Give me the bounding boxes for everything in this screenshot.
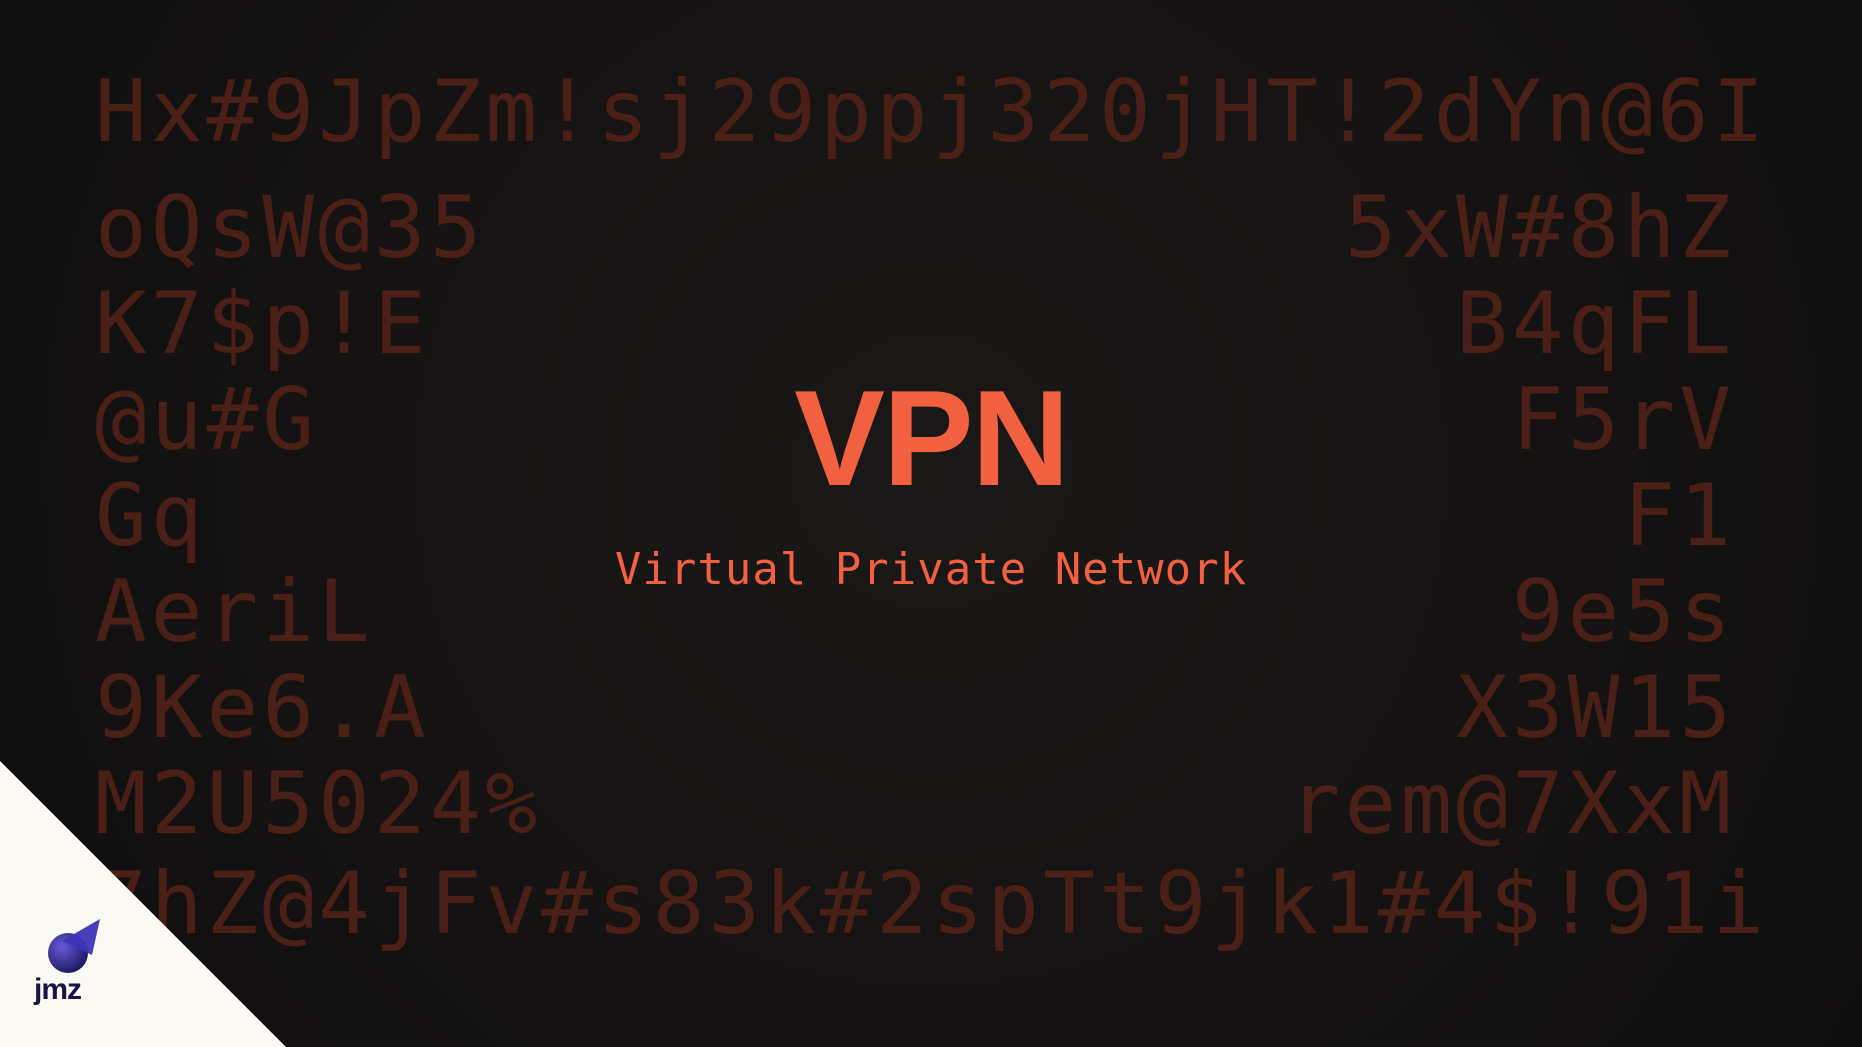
background-code-row-top: Hx#9JpZm!sj29ppj320jHT!2dYn@6I [95, 69, 1764, 155]
background-code-left-7: M2U5024% [95, 754, 542, 854]
logo-text: jmz [34, 973, 82, 1006]
background-code-left-6: 9Ke6.A [95, 658, 430, 758]
background-code-text: M2U5024% [95, 754, 542, 854]
background-code-row-bottom: 7hZ@4jFv#s83k#2spTt9jk1#4$!91i [95, 861, 1764, 947]
hero: VPN Virtual Private Network [0, 370, 1862, 595]
background-code-text: rem@7XxM [1288, 754, 1735, 854]
background-code-text: 9Ke6.A [95, 658, 430, 758]
background-code-text: B4qFL [1456, 274, 1735, 374]
background-code-left-2: K7$p!E [95, 274, 430, 374]
hero-subtitle: Virtual Private Network [614, 544, 1248, 595]
background-code-left-1: oQsW@35 [95, 178, 486, 278]
background-code-text: Hx#9JpZm!sj29ppj320jHT!2dYn@6I [95, 62, 1769, 162]
background-code-text: 7hZ@4jFv#s83k#2spTt9jk1#4$!91i [95, 854, 1769, 954]
brand-logo: jmz [34, 915, 114, 1005]
background-code-text: K7$p!E [95, 274, 430, 374]
background-code-text: X3W15 [1456, 658, 1735, 758]
background-code-text: 5xW#8hZ [1344, 178, 1735, 278]
background-code-right-7: rem@7XxM [1288, 754, 1735, 854]
hero-title: VPN [794, 362, 1070, 514]
background-code-right-6: X3W15 [1456, 658, 1735, 758]
logo-mark-icon [48, 919, 100, 973]
background-code-right-1: 5xW#8hZ [1344, 178, 1735, 278]
background-code-right-2: B4qFL [1456, 274, 1735, 374]
background-code-text: oQsW@35 [95, 178, 486, 278]
